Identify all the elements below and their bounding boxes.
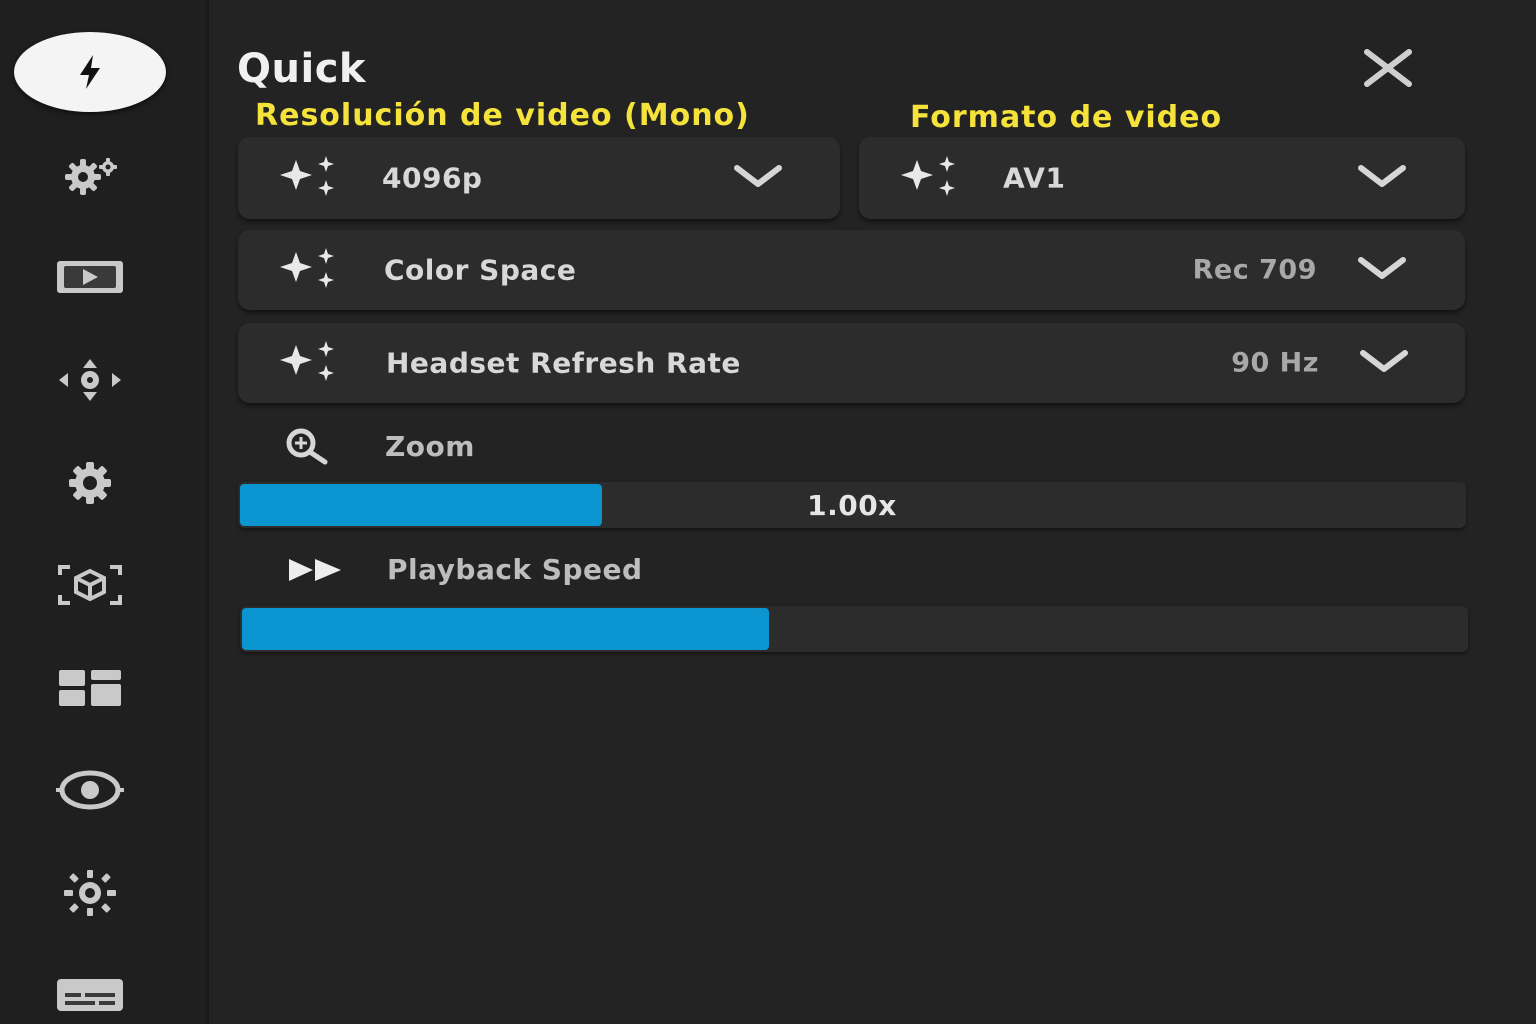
resolution-dropdown[interactable]: 4096p: [238, 137, 840, 219]
sidebar-item-layout[interactable]: [14, 648, 166, 728]
refresh-rate-label: Headset Refresh Rate: [386, 346, 741, 380]
zoom-slider[interactable]: 1.00x: [238, 482, 1466, 528]
sidebar-item-quick[interactable]: [14, 32, 166, 112]
refresh-rate-value: 90 Hz: [1231, 347, 1319, 379]
settings-gear-icon: [60, 459, 120, 507]
resolution-annotation-label: Resolución de video (Mono): [255, 98, 750, 133]
gears-icon: [55, 152, 125, 198]
chevron-down-icon: [1358, 347, 1410, 379]
sparkle-icon: [276, 246, 346, 294]
zoom-label: Zoom: [385, 430, 475, 463]
sidebar-item-subtitles[interactable]: [14, 955, 166, 1024]
move-arrows-icon: [55, 357, 125, 403]
sidebar-item-3d[interactable]: [14, 545, 166, 625]
sidebar-item-advanced[interactable]: [14, 135, 166, 215]
video-play-icon: [55, 259, 125, 295]
subtitles-icon: [55, 975, 125, 1015]
refresh-rate-dropdown[interactable]: Headset Refresh Rate 90 Hz: [238, 323, 1465, 403]
dashboard-grid-icon: [57, 668, 123, 708]
close-icon: [1359, 49, 1417, 94]
playback-speed-slider[interactable]: [240, 606, 1468, 652]
sparkle-icon: [897, 154, 967, 202]
sidebar-item-settings[interactable]: [14, 443, 166, 523]
close-button[interactable]: [1359, 46, 1417, 90]
chevron-down-icon: [732, 162, 784, 194]
color-space-value: Rec 709: [1192, 254, 1317, 286]
quick-panel: Quick Resolución de video (Mono) Formato…: [209, 0, 1536, 1024]
fast-forward-icon: [287, 556, 347, 588]
resolution-value: 4096p: [382, 161, 483, 195]
format-annotation-label: Formato de video: [910, 100, 1223, 135]
color-space-dropdown[interactable]: Color Space Rec 709: [238, 230, 1465, 310]
zoom-value: 1.00x: [807, 488, 897, 522]
sparkle-icon: [276, 154, 346, 202]
chevron-down-icon: [1356, 162, 1408, 194]
quick-settings-window: Quick Resolución de video (Mono) Formato…: [0, 0, 1536, 1024]
3d-cube-scan-icon: [54, 561, 126, 609]
color-space-label: Color Space: [384, 253, 577, 287]
sidebar: [0, 0, 209, 1024]
playback-speed-label: Playback Speed: [387, 553, 643, 586]
sidebar-item-position[interactable]: [14, 340, 166, 420]
format-value: AV1: [1003, 161, 1066, 195]
page-title: Quick: [237, 46, 367, 92]
sidebar-item-brightness[interactable]: [14, 853, 166, 933]
target-icon: [54, 768, 126, 812]
playback-speed-value: [240, 606, 1468, 652]
brightness-icon: [60, 869, 120, 917]
sidebar-item-video[interactable]: [14, 237, 166, 317]
lightning-icon: [72, 52, 108, 92]
format-dropdown[interactable]: AV1: [859, 137, 1465, 219]
sparkle-icon: [276, 339, 346, 387]
chevron-down-icon: [1356, 254, 1408, 286]
sidebar-item-focus[interactable]: [14, 750, 166, 830]
zoom-in-icon: [281, 427, 339, 469]
